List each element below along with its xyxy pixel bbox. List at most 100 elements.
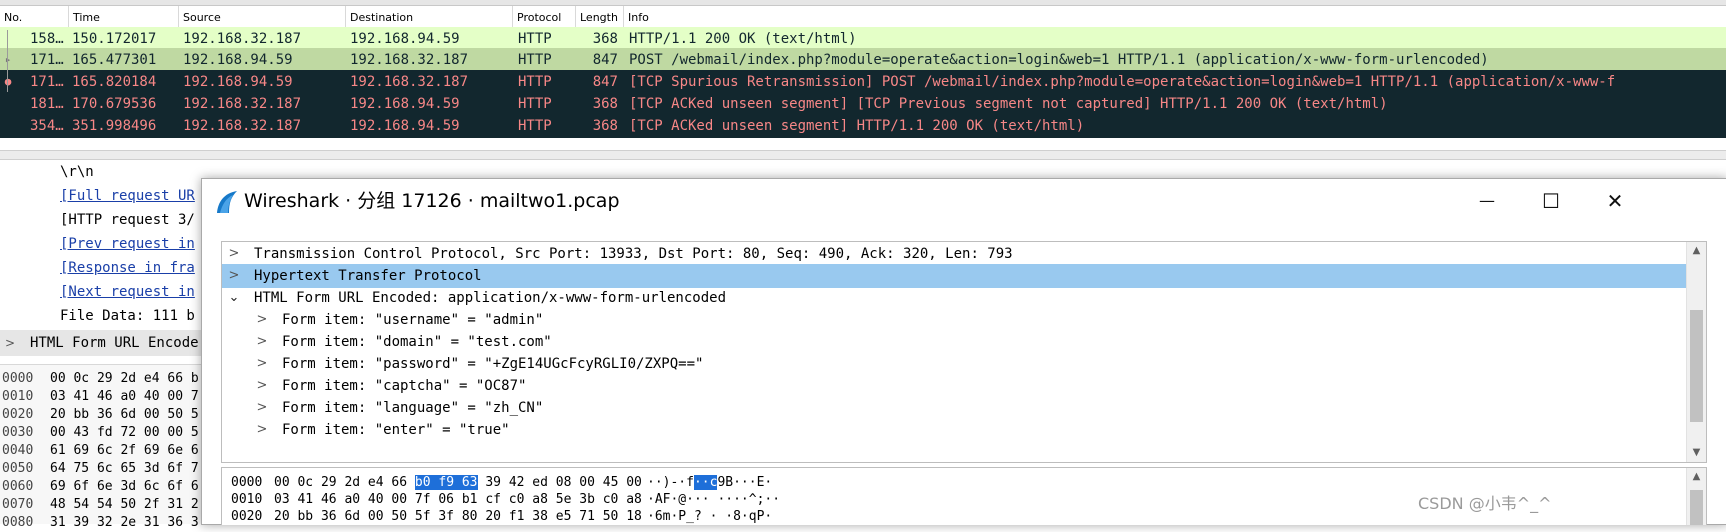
conversation-dot-icon: ● <box>4 75 12 88</box>
packet-row[interactable]: 354… 351.998496 192.168.32.187 192.168.9… <box>0 114 1726 138</box>
detail-line: \r\n <box>60 164 94 180</box>
tree-item-form-encoded[interactable]: ⌄ HTML Form URL Encoded: application/x-w… <box>222 286 1686 310</box>
tree-item-tcp[interactable]: > Transmission Control Protocol, Src Por… <box>222 242 1686 266</box>
hex-bytes: 03 41 46 a0 40 00 7f 06 b1 cf c0 a8 5e 3… <box>274 492 642 507</box>
packet-source: 192.168.94.59 <box>183 74 293 90</box>
close-button[interactable]: ✕ <box>1592 179 1638 223</box>
hex-bytes: 64 75 6c 65 3d 6f 7 <box>50 461 199 476</box>
packet-row-selected[interactable]: ▸ 171… 165.477301 192.168.94.59 192.168.… <box>0 48 1726 72</box>
tree-item-form-domain[interactable]: > Form item: "domain" = "test.com" <box>222 330 1686 354</box>
tree-item-form-language[interactable]: > Form item: "language" = "zh_CN" <box>222 396 1686 420</box>
tree-item-form-enter[interactable]: > Form item: "enter" = "true" <box>222 418 1686 442</box>
hex-offset: 0040 <box>2 443 34 458</box>
tree-item-label: Form item: "enter" = "true" <box>282 422 510 438</box>
hex-scrollbar[interactable]: ▲ <box>1686 468 1706 525</box>
full-request-uri-link[interactable]: [Full request UR <box>60 184 195 208</box>
hex-offset: 0060 <box>2 479 34 494</box>
chevron-right-icon[interactable]: > <box>255 330 269 354</box>
title-bar[interactable]: Wireshark · 分组 17126 · mailtwo1.pcap — ☐… <box>202 179 1726 223</box>
hex-bytes: 00 43 fd 72 00 00 5 <box>50 425 199 440</box>
tree-item-http-selected[interactable]: > Hypertext Transfer Protocol <box>222 264 1686 288</box>
background-details-pane[interactable]: \r\n [Full request UR [HTTP request 3/ [… <box>0 160 200 356</box>
scroll-up-icon[interactable]: ▲ <box>1687 242 1706 260</box>
ascii-part: 9B···E· <box>717 475 773 490</box>
chevron-down-icon[interactable]: ⌄ <box>227 286 241 310</box>
hex-offset: 0020 <box>231 509 263 524</box>
next-request-link[interactable]: [Next request in <box>60 280 195 304</box>
packet-row[interactable]: 181… 170.679536 192.168.32.187 192.168.9… <box>0 92 1726 116</box>
tree-item-form-username[interactable]: > Form item: "username" = "admin" <box>222 308 1686 332</box>
packet-info: POST /webmail/index.php?module=operate&a… <box>629 52 1489 68</box>
hex-ascii: ··)-·f··c9B···E· <box>647 474 772 492</box>
hex-ascii: ·AF·@··· ····^;·· <box>647 492 781 507</box>
ascii-part: ··)-·f <box>647 475 694 490</box>
hex-bytes-part: 00 0c 29 2d e4 66 <box>274 475 415 490</box>
packet-list[interactable]: No. Time Source Destination Protocol Len… <box>0 0 1726 150</box>
packet-no: 171… <box>30 74 64 90</box>
chevron-right-icon[interactable]: > <box>227 264 241 288</box>
background-hex-pane[interactable]: 0000 00 0c 29 2d e4 66 b 0010 03 41 46 a0 … <box>0 364 210 530</box>
hex-ascii: ·6m·P_? · ·8·qP· <box>647 509 773 524</box>
chevron-right-icon[interactable]: > <box>227 242 241 266</box>
packet-length: 368 <box>592 96 618 112</box>
chevron-right-icon[interactable]: > <box>255 308 269 332</box>
response-in-frame-link[interactable]: [Response in fra <box>60 256 195 280</box>
hex-offset: 0000 <box>2 371 34 386</box>
scroll-down-icon[interactable]: ▼ <box>1687 444 1706 462</box>
packet-row[interactable]: ● 171… 165.820184 192.168.94.59 192.168.… <box>0 70 1726 94</box>
chevron-right-icon[interactable]: > <box>255 352 269 376</box>
packet-protocol: HTTP <box>518 74 552 90</box>
packet-time: 170.679536 <box>72 96 157 112</box>
prev-request-link[interactable]: [Prev request in <box>60 232 195 256</box>
hex-bytes-part: 39 42 ed 08 00 45 00 <box>477 475 642 490</box>
tree-item-form-captcha[interactable]: > Form item: "captcha" = "OC87" <box>222 374 1686 398</box>
ascii-highlight: ··c <box>693 475 718 490</box>
pane-splitter[interactable] <box>0 150 1726 160</box>
packet-protocol: HTTP <box>518 118 552 134</box>
tree-item-label: Form item: "username" = "admin" <box>282 312 544 328</box>
packet-length: 368 <box>592 118 618 134</box>
detail-line: [HTTP request 3/ <box>60 212 195 228</box>
hex-bytes: 31 39 32 2e 31 36 3 <box>50 515 199 530</box>
packet-no: 354… <box>30 118 64 134</box>
chevron-right-icon[interactable]: > <box>255 374 269 398</box>
hex-offset: 0010 <box>231 492 263 507</box>
scrollbar-thumb[interactable] <box>1690 310 1703 422</box>
tree-item-label: Hypertext Transfer Protocol <box>254 268 482 284</box>
window-title: Wireshark · 分组 17126 · mailtwo1.pcap <box>244 190 620 212</box>
hex-bytes: 03 41 46 a0 40 00 7 <box>50 389 199 404</box>
packet-time: 351.998496 <box>72 118 157 134</box>
hex-offset: 0010 <box>2 389 34 404</box>
maximize-button[interactable]: ☐ <box>1528 179 1574 223</box>
hex-bytes: 20 bb 36 6d 00 50 5 <box>50 407 199 422</box>
tree-item-label: Form item: "domain" = "test.com" <box>282 334 552 350</box>
minimize-button[interactable]: — <box>1464 179 1510 223</box>
tree-item-label: Form item: "captcha" = "OC87" <box>282 378 527 394</box>
chevron-right-icon[interactable]: > <box>255 418 269 442</box>
hex-offset: 0070 <box>2 497 34 512</box>
hex-bytes: 20 bb 36 6d 00 50 5f 3f 80 20 f1 38 e5 7… <box>274 509 642 524</box>
packet-no: 171… <box>30 52 64 68</box>
packet-dialog-window[interactable]: Wireshark · 分组 17126 · mailtwo1.pcap — ☐… <box>201 178 1726 525</box>
hex-offset: 0050 <box>2 461 34 476</box>
wireshark-fin-icon <box>217 191 237 213</box>
tree-item-label: Form item: "password" = "+ZgE14UGcFcyRGL… <box>282 356 704 372</box>
chevron-right-icon[interactable]: > <box>255 396 269 420</box>
packet-details-tree[interactable]: > Transmission Control Protocol, Src Por… <box>221 241 1707 463</box>
scrollbar-thumb[interactable] <box>1690 490 1703 525</box>
background-selected-item[interactable]: > HTML Form URL Encode <box>0 330 210 356</box>
scroll-up-icon[interactable]: ▲ <box>1687 468 1706 486</box>
tree-item-form-password[interactable]: > Form item: "password" = "+ZgE14UGcFcyR… <box>222 352 1686 376</box>
tree-scrollbar[interactable]: ▲ ▼ <box>1686 242 1706 462</box>
packet-source: 192.168.94.59 <box>183 52 293 68</box>
hex-offset: 0080 <box>2 515 34 530</box>
hex-bytes-highlight: b0 f9 63 <box>414 475 478 490</box>
hex-bytes: 00 0c 29 2d e4 66 b0 f9 63 39 42 ed 08 0… <box>274 474 642 492</box>
packet-destination: 192.168.94.59 <box>350 96 460 112</box>
packet-destination: 192.168.32.187 <box>350 52 469 68</box>
packet-source: 192.168.32.187 <box>183 118 302 134</box>
conversation-bracket <box>7 30 8 92</box>
chevron-right-icon[interactable]: > <box>5 330 15 356</box>
related-arrow-icon: ▸ <box>4 53 12 66</box>
packet-protocol: HTTP <box>518 96 552 112</box>
